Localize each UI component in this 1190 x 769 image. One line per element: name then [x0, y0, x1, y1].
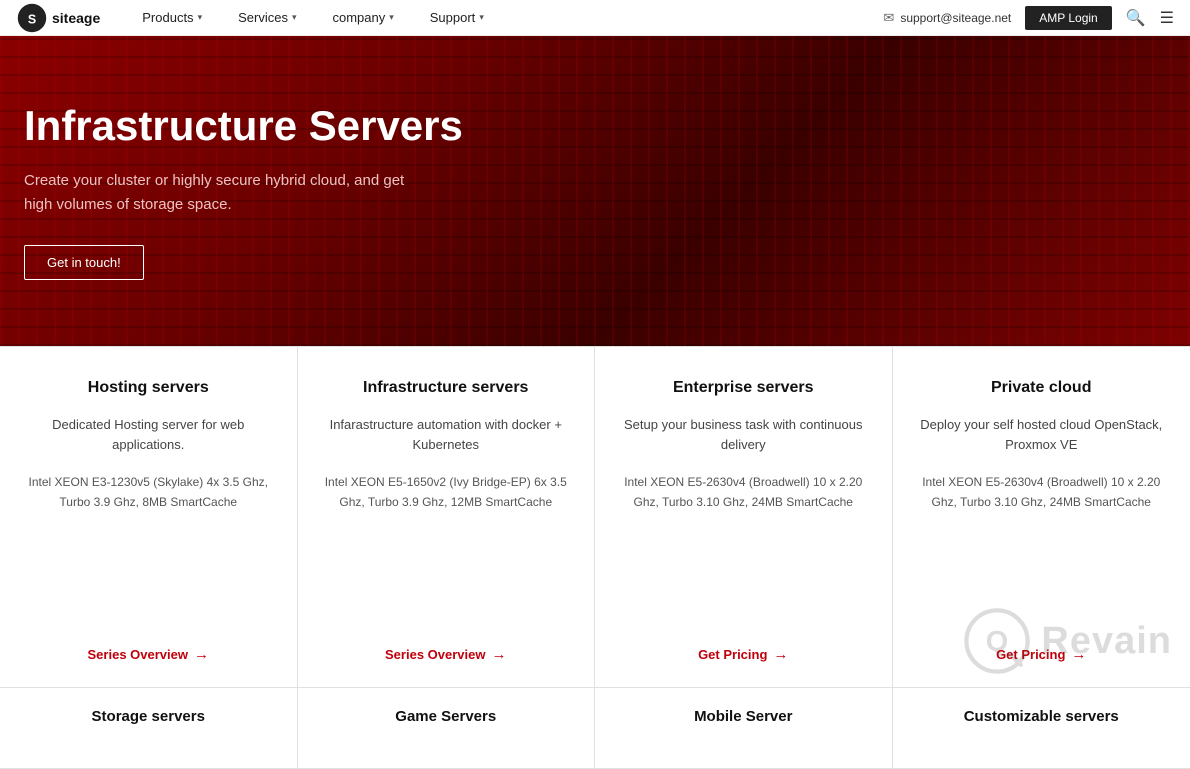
logo-icon: S — [16, 2, 48, 34]
svg-text:Q: Q — [986, 626, 1008, 658]
game-servers-card: Game Servers — [298, 688, 596, 768]
hero-section: Infrastructure Servers Create your clust… — [0, 36, 1190, 346]
enterprise-servers-title: Enterprise servers — [673, 379, 814, 397]
navbar-right: ✉ support@siteage.net AMP Login 🔍 ☰ — [883, 6, 1174, 30]
infrastructure-servers-title: Infrastructure servers — [363, 379, 528, 397]
chevron-down-icon: ▾ — [479, 12, 484, 23]
infrastructure-servers-series-link[interactable]: Series Overview → — [385, 646, 506, 663]
hosting-servers-desc: Dedicated Hosting server for web applica… — [24, 415, 273, 455]
private-cloud-card: Private cloud Deploy your self hosted cl… — [893, 347, 1190, 687]
mobile-server-title: Mobile Server — [694, 708, 792, 725]
hosting-servers-card: Hosting servers Dedicated Hosting server… — [0, 347, 298, 687]
chevron-down-icon: ▾ — [389, 12, 394, 23]
infrastructure-servers-desc: Infarastructure automation with docker +… — [322, 415, 571, 455]
private-cloud-desc: Deploy your self hosted cloud OpenStack,… — [917, 415, 1167, 455]
nav-links: Products ▾ Services ▾ company ▾ Support … — [124, 0, 883, 36]
arrow-right-icon: → — [194, 646, 209, 663]
hero-title: Infrastructure Servers — [24, 102, 544, 150]
hosting-servers-specs: Intel XEON E3-1230v5 (Skylake) 4x 3.5 Gh… — [24, 473, 273, 513]
nav-services[interactable]: Services ▾ — [220, 0, 314, 36]
logo[interactable]: S siteage — [16, 2, 100, 34]
hosting-servers-title: Hosting servers — [88, 379, 209, 397]
arrow-right-icon: → — [773, 646, 788, 663]
private-cloud-title: Private cloud — [991, 379, 1091, 397]
nav-company[interactable]: company ▾ — [314, 0, 411, 36]
nav-products[interactable]: Products ▾ — [124, 0, 220, 36]
support-email[interactable]: ✉ support@siteage.net — [883, 10, 1011, 26]
search-icon[interactable]: 🔍 — [1126, 8, 1146, 28]
storage-servers-title: Storage servers — [92, 708, 205, 725]
svg-text:S: S — [28, 12, 36, 26]
infrastructure-servers-specs: Intel XEON E5-1650v2 (Ivy Bridge-EP) 6x … — [322, 473, 571, 513]
bottom-cards-section: Storage servers Game Servers Mobile Serv… — [0, 687, 1190, 769]
infrastructure-servers-card: Infrastructure servers Infarastructure a… — [298, 347, 596, 687]
logo-text: siteage — [52, 10, 100, 26]
revain-watermark: Q Revain — [963, 607, 1172, 675]
hero-subtitle: Create your cluster or highly secure hyb… — [24, 169, 544, 217]
customizable-servers-title: Customizable servers — [964, 708, 1119, 725]
revain-text: Revain — [1041, 620, 1172, 663]
nav-support[interactable]: Support ▾ — [412, 0, 502, 36]
arrow-right-icon: → — [491, 646, 506, 663]
hero-content: Infrastructure Servers Create your clust… — [24, 102, 544, 279]
revain-logo-icon: Q — [963, 607, 1031, 675]
chevron-down-icon: ▾ — [292, 12, 297, 23]
enterprise-servers-card: Enterprise servers Setup your business t… — [595, 347, 893, 687]
game-servers-title: Game Servers — [395, 708, 496, 725]
hero-cta-button[interactable]: Get in touch! — [24, 245, 144, 280]
mobile-server-card: Mobile Server — [595, 688, 893, 768]
enterprise-servers-pricing-link[interactable]: Get Pricing → — [698, 646, 788, 663]
hosting-servers-series-link[interactable]: Series Overview → — [88, 646, 209, 663]
private-cloud-specs: Intel XEON E5-2630v4 (Broadwell) 10 x 2.… — [917, 473, 1167, 513]
server-cards-section: Hosting servers Dedicated Hosting server… — [0, 346, 1190, 687]
navbar: S siteage Products ▾ Services ▾ company … — [0, 0, 1190, 36]
hamburger-menu-icon[interactable]: ☰ — [1160, 8, 1174, 28]
amp-login-button[interactable]: AMP Login — [1025, 6, 1111, 30]
enterprise-servers-specs: Intel XEON E5-2630v4 (Broadwell) 10 x 2.… — [619, 473, 868, 513]
customizable-servers-card: Customizable servers — [893, 688, 1190, 768]
envelope-icon: ✉ — [883, 10, 894, 26]
chevron-down-icon: ▾ — [198, 12, 203, 23]
storage-servers-card: Storage servers — [0, 688, 298, 768]
enterprise-servers-desc: Setup your business task with continuous… — [619, 415, 868, 455]
